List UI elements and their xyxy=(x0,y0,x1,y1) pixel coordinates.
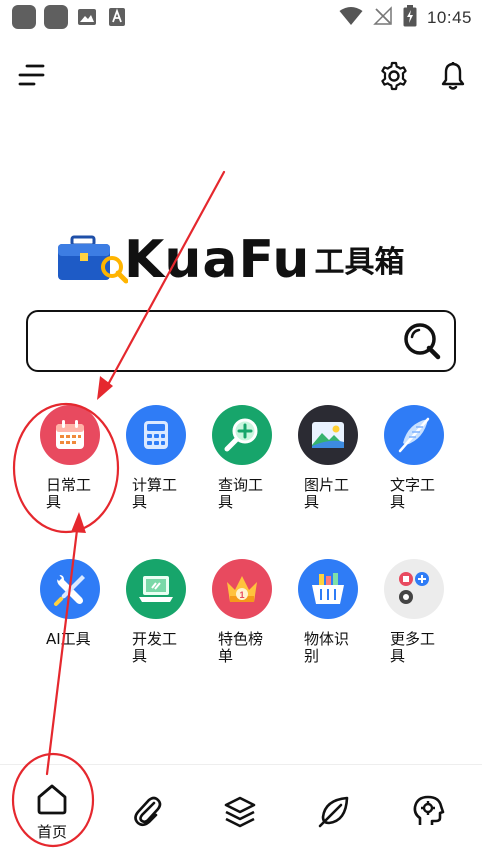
image-icon xyxy=(76,7,98,27)
annotation-arrowhead-bottom xyxy=(71,512,86,533)
status-bar: 10:45 xyxy=(0,0,482,34)
status-bar-right: 10:45 xyxy=(339,5,472,31)
tool-label: 图片工具 xyxy=(304,476,350,511)
nav-home-label: 首页 xyxy=(36,823,67,841)
gear-icon xyxy=(381,61,407,91)
nav-leaf[interactable] xyxy=(304,783,364,853)
menu-button[interactable] xyxy=(14,58,48,92)
layers-icon xyxy=(224,796,256,828)
app-icon xyxy=(12,5,36,29)
wrench-screwdriver-icon xyxy=(40,559,100,619)
home-icon xyxy=(37,784,67,815)
settings-button[interactable] xyxy=(376,58,412,94)
svg-text:1: 1 xyxy=(239,590,244,600)
app-logo: KuaFu 工具箱 xyxy=(56,232,404,288)
tool-calculator[interactable]: 计算工具 xyxy=(116,405,194,511)
battery-charging-icon xyxy=(403,5,417,31)
paperclip-icon xyxy=(134,796,162,827)
more-apps-icon xyxy=(384,559,444,619)
toolbox-logo-icon xyxy=(56,233,129,287)
annotation-arrowhead-top xyxy=(97,376,113,400)
tool-object-recognition[interactable]: 物体识别 xyxy=(288,559,366,665)
brand-suffix: 工具箱 xyxy=(314,245,405,280)
nav-home[interactable]: 首页 xyxy=(22,783,82,853)
basket-icon xyxy=(298,559,358,619)
tool-label: 查询工具 xyxy=(218,476,264,511)
brand-name: KuaFu xyxy=(124,230,311,290)
magnifier-plus-icon xyxy=(212,405,272,465)
nav-ai[interactable] xyxy=(398,783,458,853)
tool-label: 物体识别 xyxy=(304,630,350,665)
search-bar xyxy=(26,310,456,372)
search-input[interactable] xyxy=(40,320,390,362)
menu-icon xyxy=(18,64,45,86)
nav-attachments[interactable] xyxy=(118,783,178,853)
no-signal-icon xyxy=(373,6,393,30)
tool-label: 文字工具 xyxy=(390,476,436,511)
tool-daily[interactable]: 日常工具 xyxy=(30,405,108,511)
brain-gear-icon xyxy=(413,795,445,825)
calendar-icon xyxy=(40,405,100,465)
leaf-icon xyxy=(318,796,349,828)
nav-layers[interactable] xyxy=(210,783,270,853)
tool-label: 开发工具 xyxy=(132,630,178,665)
tool-query[interactable]: 查询工具 xyxy=(202,405,280,511)
tool-label: 计算工具 xyxy=(132,476,178,511)
notification-button[interactable] xyxy=(436,58,470,94)
calculator-icon xyxy=(126,405,186,465)
tool-text[interactable]: 文字工具 xyxy=(374,405,452,511)
status-bar-left xyxy=(12,5,128,29)
tool-label: 日常工具 xyxy=(46,476,92,511)
tool-image[interactable]: 图片工具 xyxy=(288,405,366,511)
tool-more[interactable]: 更多工具 xyxy=(374,559,452,665)
tool-ai[interactable]: AI工具 xyxy=(30,559,108,648)
status-time: 10:45 xyxy=(426,8,472,27)
bell-icon xyxy=(441,62,465,90)
tool-label: 特色榜单 xyxy=(218,630,264,665)
picture-icon xyxy=(298,405,358,465)
tool-dev[interactable]: 开发工具 xyxy=(116,559,194,665)
tool-ranking[interactable]: 1 特色榜单 xyxy=(202,559,280,665)
app-header xyxy=(0,52,482,100)
search-button[interactable] xyxy=(402,321,442,361)
search-icon xyxy=(404,323,441,360)
feather-icon xyxy=(384,405,444,465)
laptop-icon xyxy=(126,559,186,619)
wifi-icon xyxy=(339,6,363,30)
bottom-navigation: 首页 xyxy=(0,764,482,858)
tool-label: AI工具 xyxy=(46,630,91,648)
crown-icon: 1 xyxy=(212,559,272,619)
app-icon xyxy=(44,5,68,29)
font-icon xyxy=(106,7,128,27)
tool-label: 更多工具 xyxy=(390,630,436,665)
